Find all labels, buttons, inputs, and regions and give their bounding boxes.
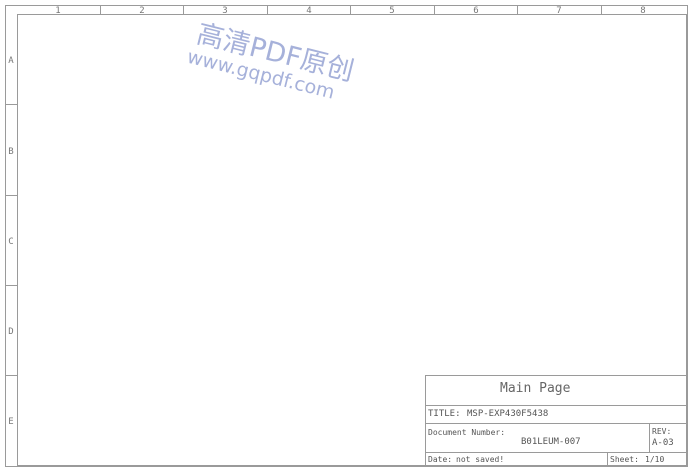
sheet-value: 1/10 <box>645 455 665 464</box>
column-label: 4 <box>306 6 311 16</box>
title-block-heading: Main Page <box>500 381 571 396</box>
sheet-label: Sheet: <box>610 455 639 464</box>
column-label: 1 <box>55 6 60 16</box>
column-label: 8 <box>640 6 645 16</box>
rev-label: REV: <box>652 427 672 436</box>
column-label: 6 <box>473 6 478 16</box>
row-label: E <box>8 417 13 427</box>
document-number-value: B01LEUM-007 <box>521 437 581 447</box>
date-value: not saved! <box>456 455 505 464</box>
column-label: 5 <box>389 6 394 16</box>
row-labels: A B C D E <box>8 56 14 427</box>
row-label: D <box>8 327 13 337</box>
date-label: Date: <box>428 455 453 464</box>
title-label: TITLE: <box>428 409 461 419</box>
title-value: MSP-EXP430F5438 <box>467 409 549 419</box>
row-label: C <box>8 237 13 247</box>
column-label: 7 <box>556 6 561 16</box>
row-label: B <box>8 147 13 157</box>
row-label: A <box>8 56 14 66</box>
column-ticks <box>100 5 602 14</box>
column-label: 2 <box>139 6 144 16</box>
document-number-label: Document Number: <box>428 428 506 437</box>
rev-value: A-03 <box>652 438 674 448</box>
